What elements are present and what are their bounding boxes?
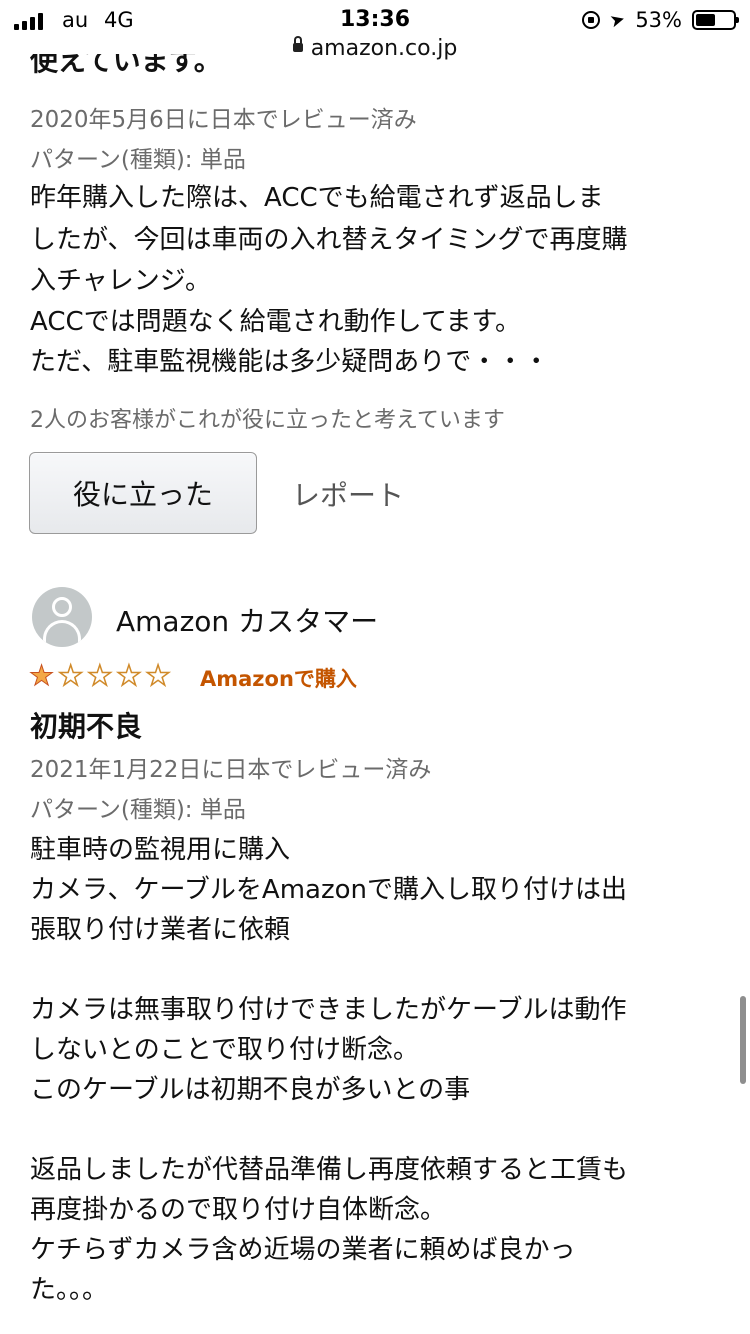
body-line: 返品しましたが代替品準備し再度依頼すると工賃も	[30, 1155, 629, 1185]
body-line: このケーブルは初期不良が多いとの事	[30, 1075, 471, 1105]
star-icon: ★	[116, 659, 143, 693]
review-title[interactable]: 初期不良	[30, 705, 142, 745]
avatar[interactable]	[32, 587, 92, 647]
previous-review-title: 使えています。	[30, 54, 222, 77]
star-icon: ★	[86, 659, 113, 693]
star-icon: ★	[57, 659, 84, 693]
review-variant: パターン(種類): 単品	[30, 147, 246, 173]
body-line: ただ、駐車監視機能は多少疑問ありで・・・	[30, 347, 550, 377]
body-line: 再度掛かるので取り付け自体断念。	[30, 1195, 447, 1225]
body-line: したが、今回は車両の入れ替えタイミングで再度購	[30, 225, 628, 255]
body-line: ACCでは問題なく給電され動作してます。	[30, 307, 521, 337]
reviewer-name[interactable]: Amazon カスタマー	[116, 600, 378, 640]
report-link[interactable]: レポート	[292, 474, 404, 514]
body-line: た。。。	[30, 1275, 109, 1305]
battery-percent: 53%	[635, 8, 682, 32]
review-date: 2021年1月22日に日本でレビュー済み	[30, 757, 432, 783]
star-icon: ★	[28, 659, 55, 692]
star-icon: ★	[145, 659, 172, 693]
body-line: 入チャレンジ。	[30, 266, 211, 296]
battery-icon	[692, 10, 739, 30]
verified-purchase-badge: Amazonで購入	[200, 667, 357, 691]
body-line: 張取り付け業者に依頼	[30, 915, 291, 945]
body-line: ケチらずカメラ含め近場の業者に頼めば良かっ	[30, 1235, 576, 1265]
body-line: 駐車時の監視用に購入	[30, 835, 291, 865]
lock-icon	[292, 35, 303, 52]
helpful-count: 2人のお客様がこれが役に立ったと考えています	[30, 408, 505, 433]
review-variant: パターン(種類): 単品	[30, 797, 246, 823]
status-right: ➤ 53%	[582, 7, 739, 33]
helpful-button[interactable]: 役に立った	[29, 452, 257, 534]
url-domain: amazon.co.jp	[310, 36, 458, 61]
rotation-lock-icon	[582, 11, 601, 29]
star-rating[interactable]: ★ ★ ★ ★ ★	[28, 659, 172, 693]
body-line: しないとのことで取り付け断念。	[30, 1035, 419, 1065]
body-line: カメラ、ケーブルをAmazonで購入し取り付けは出	[30, 875, 627, 905]
body-line: カメラは無事取り付けできましたがケーブルは動作	[30, 995, 627, 1025]
body-line: 昨年購入した際は、ACCでも給電されず返品しま	[30, 183, 604, 213]
scrollbar[interactable]	[740, 996, 746, 1084]
review-date: 2020年5月6日に日本でレビュー済み	[30, 107, 417, 133]
location-arrow-icon: ➤	[607, 7, 628, 33]
battery-fill	[696, 14, 716, 26]
